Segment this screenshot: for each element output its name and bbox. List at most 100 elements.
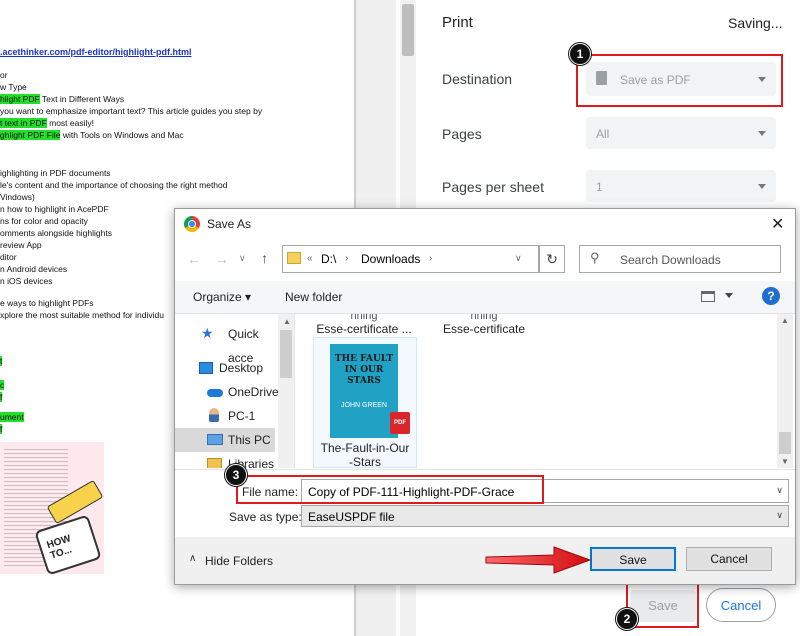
document-line: or (0, 70, 8, 80)
step-marker-1: 1 (569, 43, 591, 65)
address-bar[interactable]: « D:\ › Downloads › ∨ (282, 245, 539, 273)
document-line: xplore the most suitable method for indi… (0, 310, 164, 320)
document-line-text: e ways to highlight PDFs (0, 298, 94, 308)
document-line-text: ighlighting in PDF documents (0, 168, 111, 178)
file-item[interactable]: nning Esse-certificate ... (309, 314, 419, 336)
chevron-up-icon[interactable]: ∧ (189, 553, 196, 564)
save-as-type-label: Save as type: (229, 510, 302, 524)
preview-scrollbar-thumb[interactable] (402, 4, 414, 56)
arrow-right-icon (485, 546, 592, 574)
up-icon[interactable]: ↑ (261, 250, 268, 266)
scroll-up-icon[interactable]: ▲ (781, 316, 789, 325)
file-item-name: Esse-certificate ... (316, 322, 412, 336)
file-list-scrollbar[interactable]: ▲ ▼ (777, 314, 793, 468)
document-line-text: review App (0, 240, 42, 250)
nav-item-libraries[interactable]: Libraries (175, 452, 275, 468)
close-icon[interactable]: ✕ (771, 214, 784, 234)
scroll-up-icon[interactable]: ▲ (283, 317, 291, 326)
pages-select[interactable]: All (586, 117, 776, 149)
dialog-save-button[interactable]: Save (590, 547, 676, 571)
document-line: review App (0, 240, 42, 250)
file-item-selected[interactable]: THE FAULT IN OUR STARS JOHN GREEN PDF Th… (313, 337, 417, 468)
back-icon[interactable]: ← (187, 251, 201, 267)
file-list-scrollbar-thumb[interactable] (779, 432, 791, 454)
thumbnail-label: HOW TO... (45, 533, 74, 562)
nav-scrollbar-thumb[interactable] (280, 330, 292, 378)
path-segment-drive[interactable]: D:\ (321, 252, 336, 266)
new-folder-button[interactable]: New folder (285, 290, 342, 304)
document-line: t (0, 356, 3, 366)
pdf-badge-icon: PDF (390, 412, 410, 434)
path-separator: › (429, 253, 433, 264)
search-input[interactable]: ⚲ Search Downloads (579, 245, 781, 273)
highlighted-text: c (0, 380, 5, 390)
book-file-name-line: The-Fault-in-Our (320, 441, 410, 455)
chevron-down-icon[interactable] (725, 293, 733, 298)
dialog-toolbar: Organize ▾ New folder ? (175, 281, 795, 314)
document-line-text: n Android devices (0, 264, 68, 274)
path-overflow[interactable]: « (307, 253, 313, 264)
document-line-text: you want to emphasize important text? Th… (0, 106, 263, 116)
print-cancel-button[interactable]: Cancel (706, 588, 776, 622)
navigation-pane: ★ Quick acce Desktop OneDrive PC-1 This … (175, 314, 293, 468)
view-options-icon[interactable] (701, 291, 715, 302)
step-marker-2: 2 (616, 608, 638, 630)
pages-per-sheet-label: Pages per sheet (442, 179, 544, 195)
path-segment-downloads[interactable]: Downloads (361, 252, 420, 266)
nav-item-onedrive[interactable]: OneDrive (175, 380, 279, 404)
step-marker-3: 3 (225, 464, 247, 486)
refresh-icon[interactable]: ↻ (539, 245, 565, 273)
pages-label: Pages (442, 126, 482, 142)
document-line-text: ns for color and opacity (0, 216, 88, 226)
chevron-down-icon[interactable]: ∨ (515, 253, 522, 264)
book-title-line: THE FAULT (334, 354, 394, 364)
organize-button[interactable]: Organize ▾ (193, 290, 251, 304)
save-as-type-select[interactable]: EaseUSPDF file ∨ (301, 505, 789, 527)
dialog-cancel-button[interactable]: Cancel (686, 547, 772, 571)
search-icon: ⚲ (590, 250, 600, 265)
document-line: n Android devices (0, 264, 67, 274)
help-icon[interactable]: ? (762, 287, 780, 305)
scroll-down-icon[interactable]: ▼ (781, 457, 789, 466)
document-line: hlight PDF Text in Different Ways (0, 94, 124, 104)
nav-item-quick-access[interactable]: ★ Quick acce (175, 322, 275, 365)
document-line: e ways to highlight PDFs (0, 298, 94, 308)
star-icon: ★ (201, 325, 214, 341)
nav-scrollbar[interactable]: ▲ (278, 314, 294, 468)
file-list: nning Esse-certificate ... nning Esse-ce… (295, 314, 775, 468)
highlighted-text: t (0, 356, 3, 366)
nav-item-this-pc[interactable]: This PC (175, 428, 275, 452)
library-icon (207, 458, 222, 468)
document-line-text: Text in Different Ways (39, 94, 125, 104)
document-line: f (0, 392, 3, 402)
document-line: f (0, 424, 3, 434)
document-line-text: le's content and the importance of choos… (0, 180, 228, 190)
document-line: n how to highlight in AcePDF (0, 204, 109, 214)
file-name-highlight-box (236, 475, 544, 504)
hide-folders-button[interactable]: Hide Folders (205, 554, 273, 568)
forward-icon[interactable]: → (215, 251, 229, 267)
chevron-down-icon[interactable]: ∨ (239, 253, 246, 264)
document-line-text: n iOS devices (0, 276, 53, 286)
nav-item-pc-1[interactable]: PC-1 (175, 404, 275, 428)
search-placeholder: Search Downloads (620, 253, 721, 267)
document-line: omments alongside highlights (0, 228, 112, 238)
document-line-text: omments alongside highlights (0, 228, 112, 238)
chevron-down-icon[interactable]: ∨ (776, 485, 783, 496)
file-item[interactable]: nning Esse-certificate (429, 314, 539, 336)
document-line-text: most easily! (46, 118, 95, 128)
document-line: ditor (0, 252, 17, 262)
pages-value: All (596, 127, 610, 141)
highlighted-text: f (0, 424, 3, 434)
folder-icon (287, 252, 301, 264)
file-item-name: Esse-certificate (442, 322, 526, 336)
book-title-line: IN OUR STARS (344, 365, 384, 386)
file-item-top: nning (350, 314, 378, 322)
pages-per-sheet-select[interactable]: 1 (586, 170, 776, 202)
desktop-icon (199, 362, 213, 374)
computer-icon (207, 434, 223, 445)
nav-item-desktop[interactable]: Desktop (175, 356, 275, 380)
chrome-icon (184, 216, 200, 232)
highlighted-text: f (0, 392, 3, 402)
document-url[interactable]: .acethinker.com/pdf-editor/highlight-pdf… (0, 47, 192, 57)
